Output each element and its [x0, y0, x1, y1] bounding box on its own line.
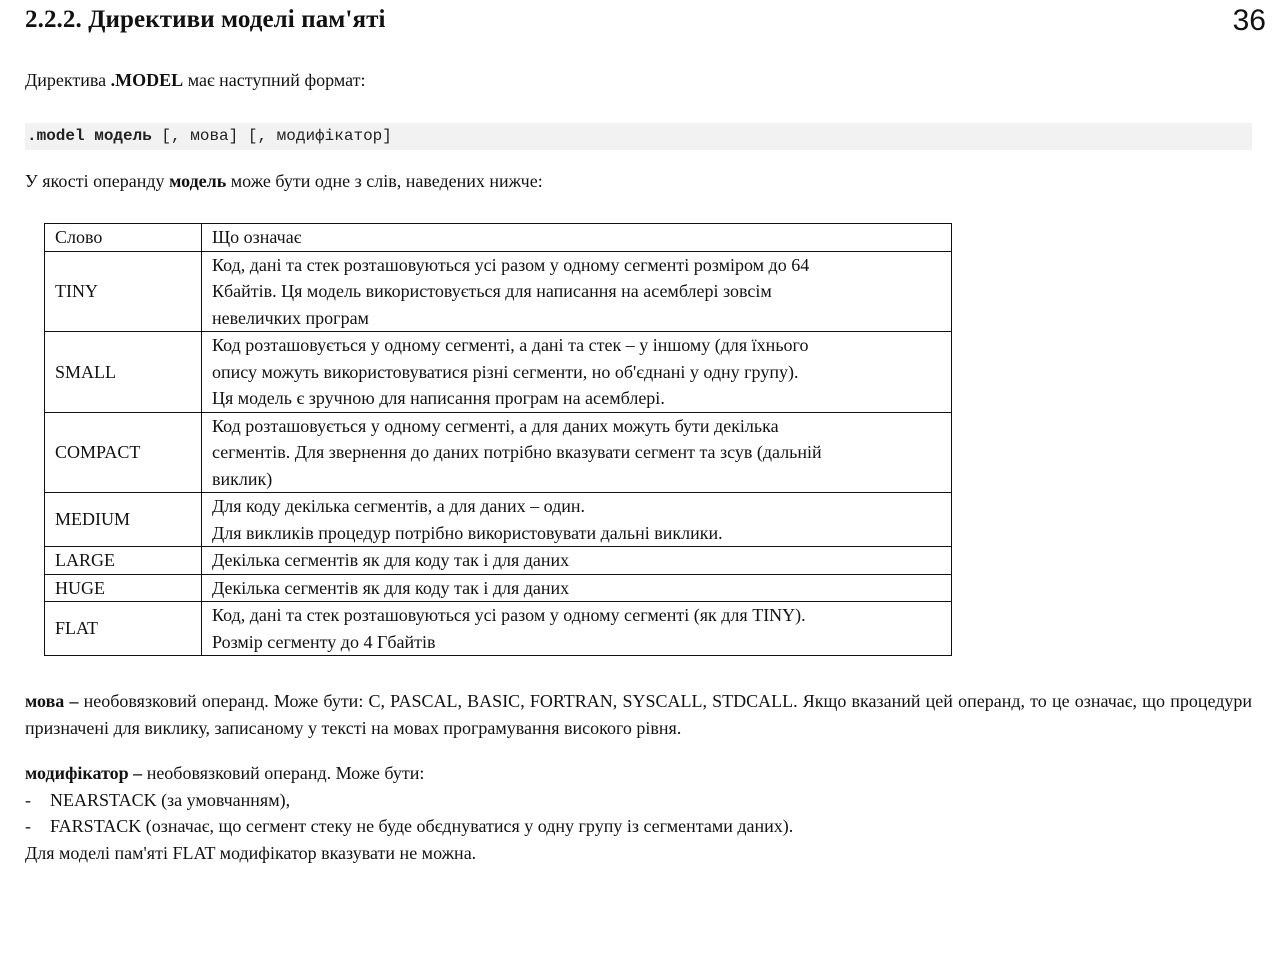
- code-keyword-name: модель: [94, 127, 152, 145]
- table-row: COMPACT Код розташовується у одному сегме…: [44, 411, 952, 493]
- operand-suffix: може бути одне з слів, наведених нижче:: [226, 171, 543, 191]
- language-keyword: мова –: [25, 691, 79, 711]
- header-meaning: Що означає: [201, 223, 952, 252]
- code-keyword-model: .model: [27, 127, 85, 145]
- code-syntax-block: .model модель [, мова] [, модифікатор]: [25, 123, 1252, 150]
- bullet-dash: -: [25, 789, 31, 810]
- modifier-intro: модифікатор – необовязковий операнд. Мож…: [25, 760, 1252, 787]
- list-item: - FARSTACK (означає, що сегмент стеку не …: [25, 813, 1252, 840]
- model-description: Для коду декілька сегментів, а для даних…: [201, 492, 952, 547]
- description-line: опису можуть використовуватися різні сег…: [212, 361, 799, 382]
- header-word: Слово: [44, 223, 202, 252]
- language-text: необовязковий операнд. Може бути: C, PAS…: [25, 691, 1253, 738]
- model-word: LARGE: [44, 546, 202, 575]
- modifier-paragraph: модифікатор – необовязковий операнд. Мож…: [25, 760, 1252, 866]
- page-number: 36: [1232, 4, 1266, 37]
- description-line: Ця модель є зручною для написання програ…: [212, 388, 665, 408]
- list-item: - NEARSTACK (за умовчанням),: [25, 787, 1252, 814]
- language-paragraph: мова – необовязковий операнд. Може бути:…: [25, 688, 1252, 741]
- table-row: FLAT Код, дані та стек розташовуються усі…: [44, 601, 952, 656]
- operand-paragraph: У якості операнду модель може бути одне …: [25, 168, 543, 194]
- description-line: Для коду декілька сегментів, а для даних…: [212, 496, 586, 516]
- modifier-keyword: модифікатор –: [25, 763, 143, 783]
- operand-keyword: модель: [169, 171, 227, 191]
- table-row: HUGE Декілька сегментів як для коду так і…: [44, 573, 952, 602]
- model-word: MEDIUM: [44, 492, 202, 547]
- table-row: SMALL Код розташовується у одному сегмент…: [44, 331, 952, 413]
- intro-keyword: .MODEL: [110, 70, 184, 90]
- description-line: Код, дані та стек розташовуються усі раз…: [212, 605, 806, 625]
- table-row: LARGE Декілька сегментів як для коду так …: [44, 546, 952, 575]
- model-description: Код, дані та стек розташовуються усі раз…: [201, 601, 952, 656]
- bullet-dash: -: [25, 816, 31, 836]
- model-word: FLAT: [44, 601, 202, 656]
- table-row: MEDIUM Для коду декілька сегментів, а для…: [44, 492, 952, 547]
- description-line: Для викликів процедур потрібно використо…: [212, 522, 723, 543]
- model-word: SMALL: [44, 331, 202, 413]
- description-line: невеличких програм: [212, 307, 369, 328]
- model-description: Код, дані та стек розташовуються усі раз…: [201, 250, 952, 332]
- table-row: TINY Код, дані та стек розташовуються усі…: [44, 250, 952, 332]
- intro-paragraph: Директива .MODEL має наступний формат:: [25, 67, 366, 93]
- model-word: HUGE: [44, 573, 202, 602]
- intro-prefix: Директива: [25, 70, 111, 90]
- model-description: Декілька сегментів як для коду так і для…: [201, 573, 952, 602]
- modifier-footer: Для моделі пам'яті FLAT модифікатор вказ…: [25, 842, 477, 863]
- section-heading: 2.2.2. Директиви моделі пам'яті: [25, 6, 386, 33]
- modifier-text: необовязковий операнд. Може бути:: [142, 763, 425, 783]
- description-line: Код, дані та стек розташовуються усі раз…: [212, 254, 810, 275]
- model-description: Декілька сегментів як для коду так і для…: [201, 546, 952, 575]
- table-header-row: Слово Що означає: [44, 223, 952, 252]
- model-word: COMPACT: [44, 411, 202, 493]
- description-line: Кбайтів. Ця модель використовується для …: [212, 281, 772, 301]
- description-line: виклик): [212, 468, 273, 489]
- model-description: Код розташовується у одному сегменті, а …: [201, 331, 952, 413]
- description-line: сегментів. Для звернення до даних потріб…: [212, 442, 822, 462]
- description-line: Код розташовується у одному сегменті, а …: [212, 415, 779, 436]
- intro-suffix: має наступний формат:: [183, 70, 366, 90]
- model-description: Код розташовується у одному сегменті, а …: [201, 411, 952, 493]
- model-word: TINY: [44, 250, 202, 332]
- list-item-text: NEARSTACK (за умовчанням),: [50, 789, 291, 810]
- memory-models-table: Слово Що означає TINY Код, дані та стек р…: [44, 223, 952, 656]
- code-args: [, мова] [, модифікатор]: [151, 127, 392, 145]
- operand-prefix: У якості операнду: [25, 171, 170, 191]
- description-line: Код розташовується у одному сегменті, а …: [212, 335, 809, 355]
- description-line: Декілька сегментів як для коду так і для…: [212, 577, 570, 598]
- description-line: Розмір сегменту до 4 Гбайтів: [212, 631, 436, 652]
- list-item-text: FARSTACK (означає, що сегмент стеку не б…: [50, 816, 794, 836]
- description-line: Декілька сегментів як для коду так і для…: [212, 550, 570, 570]
